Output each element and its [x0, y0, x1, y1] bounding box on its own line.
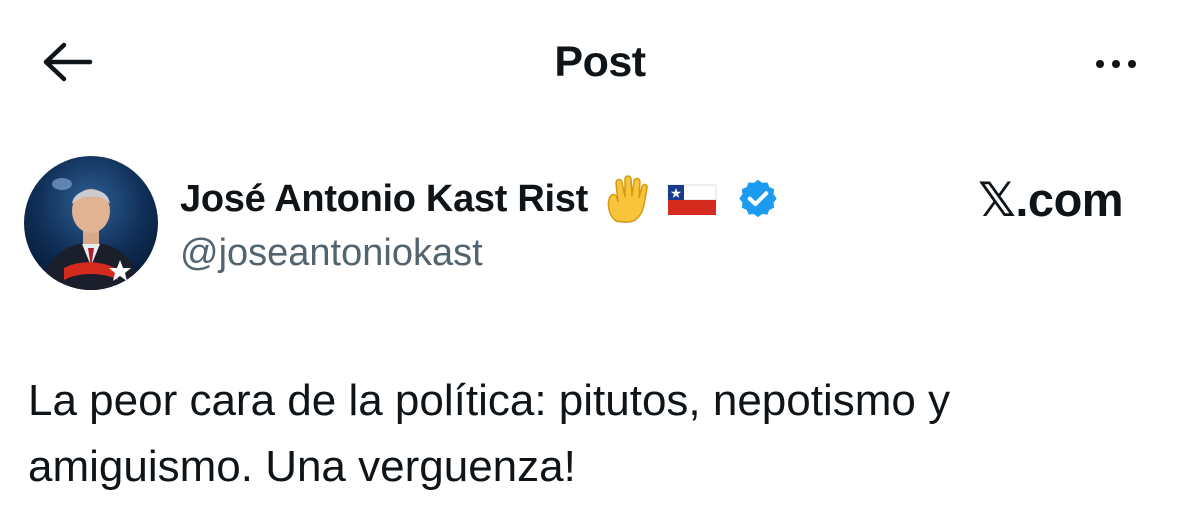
- top-bar: Post: [0, 0, 1200, 120]
- verified-badge-icon[interactable]: [736, 177, 780, 221]
- raised-hand-emoji: [604, 175, 656, 223]
- post-text: La peor cara de la política: pitutos, ne…: [28, 376, 951, 491]
- more-horizontal-icon: [1092, 60, 1140, 68]
- chile-flag-emoji: [666, 179, 718, 219]
- page-title: Post: [554, 38, 646, 86]
- author-name-row: José Antonio Kast Rist: [180, 174, 780, 224]
- author-display-name[interactable]: José Antonio Kast Rist: [180, 178, 588, 221]
- source-label: 𝕏.com: [978, 173, 1124, 226]
- more-options-button[interactable]: [1080, 40, 1152, 88]
- avatar[interactable]: [24, 156, 158, 290]
- author-handle[interactable]: @joseantoniokast: [180, 232, 483, 275]
